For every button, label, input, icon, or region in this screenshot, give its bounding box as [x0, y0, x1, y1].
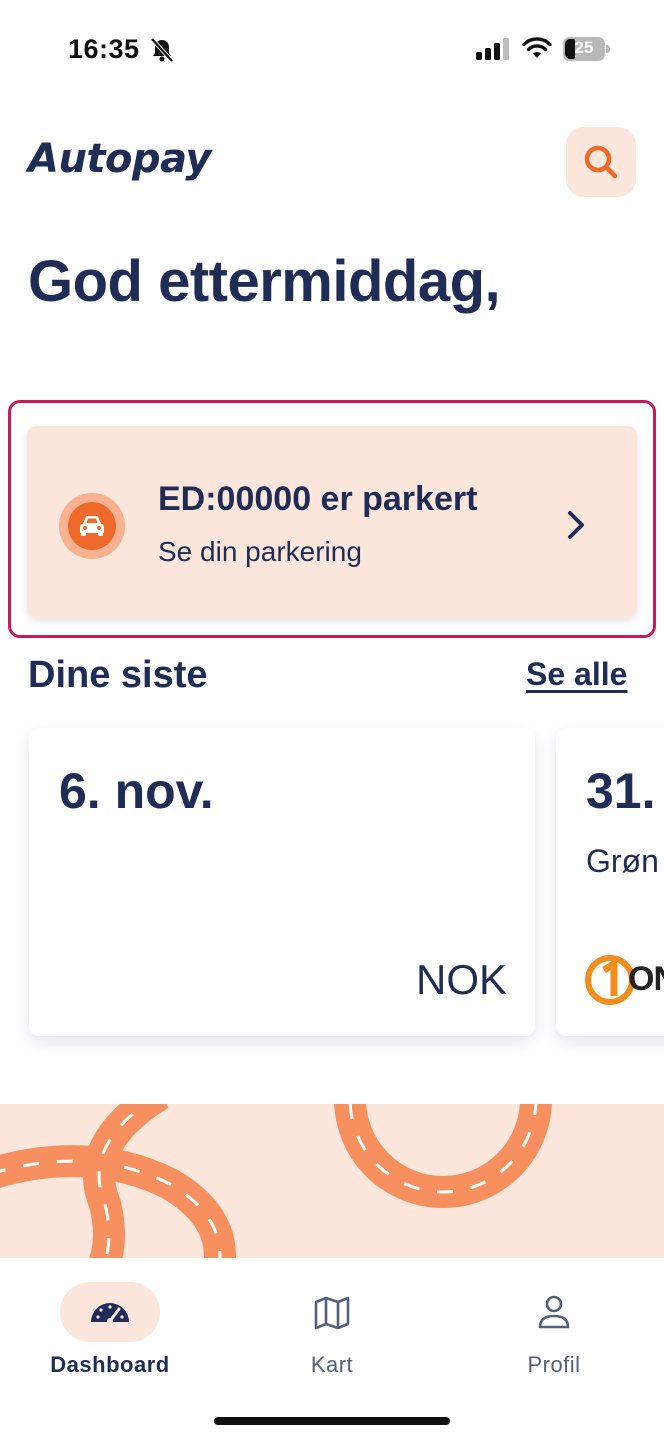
- signal-icon: [476, 38, 509, 60]
- nav-label: Kart: [310, 1352, 354, 1377]
- card-place: Grøn: [586, 843, 659, 879]
- greeting-title: God ettermiddag,: [28, 249, 501, 314]
- user-icon: [538, 1295, 570, 1329]
- autopay-logo: Autopay: [28, 136, 212, 182]
- bell-slash-icon: [150, 37, 174, 63]
- chevron-right-icon: [568, 511, 584, 539]
- nav-item-profil[interactable]: Profil: [474, 1270, 634, 1380]
- search-button[interactable]: [566, 127, 636, 197]
- car-icon: [80, 516, 104, 536]
- nav-label: Dashboard: [50, 1352, 170, 1377]
- status-time: 16:35: [68, 34, 140, 64]
- bottom-navigation: Dashboard Kart Profil: [0, 1258, 664, 1440]
- card-date: 31.: [586, 763, 656, 819]
- road-illustration-icon: [0, 1104, 552, 1264]
- recent-card[interactable]: 6. nov. NOK: [29, 728, 535, 1036]
- parking-card[interactable]: ED:00000 er parkert Se din parkering: [27, 426, 637, 618]
- map-icon: [314, 1296, 350, 1330]
- recent-section-title: Dine siste: [28, 654, 208, 696]
- car-badge: [59, 493, 125, 559]
- nav-label: Profil: [527, 1352, 581, 1377]
- battery-icon: 25: [563, 37, 611, 61]
- recent-card[interactable]: 31. Grøn ON: [556, 728, 664, 1036]
- see-all-link[interactable]: Se alle: [526, 656, 627, 693]
- nav-item-kart[interactable]: Kart: [252, 1270, 412, 1380]
- battery-level: 25: [574, 38, 594, 57]
- decorative-banner: [0, 1104, 664, 1264]
- operator-name: ON: [628, 960, 664, 998]
- parking-subtitle: Se din parkering: [158, 536, 362, 567]
- speedometer-icon: [91, 1303, 129, 1324]
- wifi-icon: [522, 37, 552, 58]
- card-amount: NOK: [415, 956, 507, 1003]
- nav-item-dashboard[interactable]: Dashboard: [30, 1270, 190, 1380]
- status-bar: 16:35 25: [0, 0, 664, 100]
- parking-title: ED:00000 er parkert: [158, 480, 478, 518]
- card-date: 6. nov.: [59, 763, 214, 819]
- home-indicator: [214, 1417, 450, 1425]
- search-icon: [584, 145, 618, 179]
